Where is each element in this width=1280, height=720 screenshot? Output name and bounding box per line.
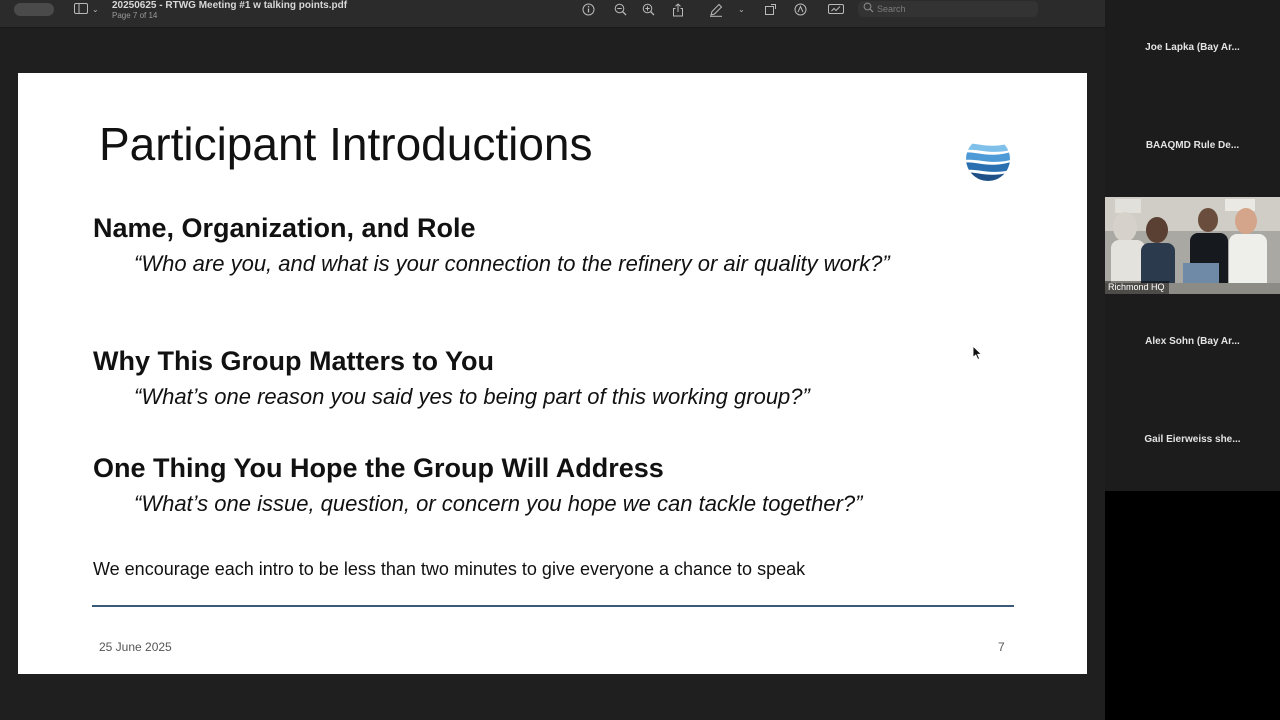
section-heading: Name, Organization, and Role <box>93 213 476 243</box>
window-controls[interactable] <box>14 3 54 16</box>
section-heading: Why This Group Matters to You <box>93 346 495 376</box>
document-title: 20250625 - RTWG Meeting #1 w talking poi… <box>112 0 348 11</box>
participant-name: Joe Lapka (Bay Ar... <box>1145 42 1240 53</box>
video-label: Richmond HQ <box>1105 281 1169 294</box>
mouse-cursor-icon <box>972 345 983 361</box>
sidebar-icon[interactable] <box>74 3 88 17</box>
participant-name: Alex Sohn (Bay Ar... <box>1145 336 1240 347</box>
markup-pen-icon[interactable] <box>709 3 723 17</box>
rotate-icon[interactable] <box>763 3 777 17</box>
search-input[interactable] <box>877 2 1027 16</box>
participant-video-tile[interactable]: Richmond HQ <box>1105 197 1280 294</box>
slide-note: We encourage each intro to be less than … <box>93 559 806 579</box>
divider <box>92 605 1014 607</box>
search-icon <box>863 2 874 16</box>
section-heading: One Thing You Hope the Group Will Addres… <box>93 453 664 483</box>
participant-tile[interactable]: Alex Sohn (Bay Ar... <box>1105 294 1280 392</box>
slide-page-number: 7 <box>998 640 1005 654</box>
slide-page: Participant Introductions Name, Organiza… <box>18 73 1087 674</box>
chevron-down-icon[interactable]: ⌄ <box>738 3 745 17</box>
slide-title: Participant Introductions <box>99 118 593 170</box>
chevron-down-icon[interactable]: ⌄ <box>92 3 99 17</box>
section-question: “Who are you, and what is your connectio… <box>134 251 890 276</box>
video-feed <box>1105 197 1280 294</box>
pdf-viewer: ⌄ 20250625 - RTWG Meeting #1 w talking p… <box>0 0 1105 720</box>
zoom-in-icon[interactable] <box>641 3 655 17</box>
toolbox-icon[interactable] <box>827 3 844 17</box>
annotate-icon[interactable] <box>793 3 807 17</box>
participants-panel: Joe Lapka (Bay Ar... BAAQMD Rule De... R… <box>1105 0 1280 491</box>
section-question: “What’s one issue, question, or concern … <box>134 491 863 516</box>
section-question: “What’s one reason you said yes to being… <box>134 384 810 409</box>
participant-name: Gail Eierweiss she... <box>1144 434 1241 445</box>
slide-footer-date: 25 June 2025 <box>99 640 172 654</box>
viewer-toolbar: ⌄ 20250625 - RTWG Meeting #1 w talking p… <box>0 0 1105 28</box>
participant-tile[interactable]: Gail Eierweiss she... <box>1105 392 1280 490</box>
participant-tile[interactable]: BAAQMD Rule De... <box>1105 98 1280 196</box>
search-field[interactable] <box>858 1 1038 17</box>
share-icon[interactable] <box>671 3 685 17</box>
organization-logo <box>966 142 1010 181</box>
participant-tile[interactable]: Joe Lapka (Bay Ar... <box>1105 0 1280 98</box>
page-indicator: Page 7 of 14 <box>112 11 158 20</box>
participant-name: BAAQMD Rule De... <box>1145 140 1240 151</box>
zoom-out-icon[interactable] <box>613 3 627 17</box>
info-icon[interactable] <box>581 3 595 17</box>
